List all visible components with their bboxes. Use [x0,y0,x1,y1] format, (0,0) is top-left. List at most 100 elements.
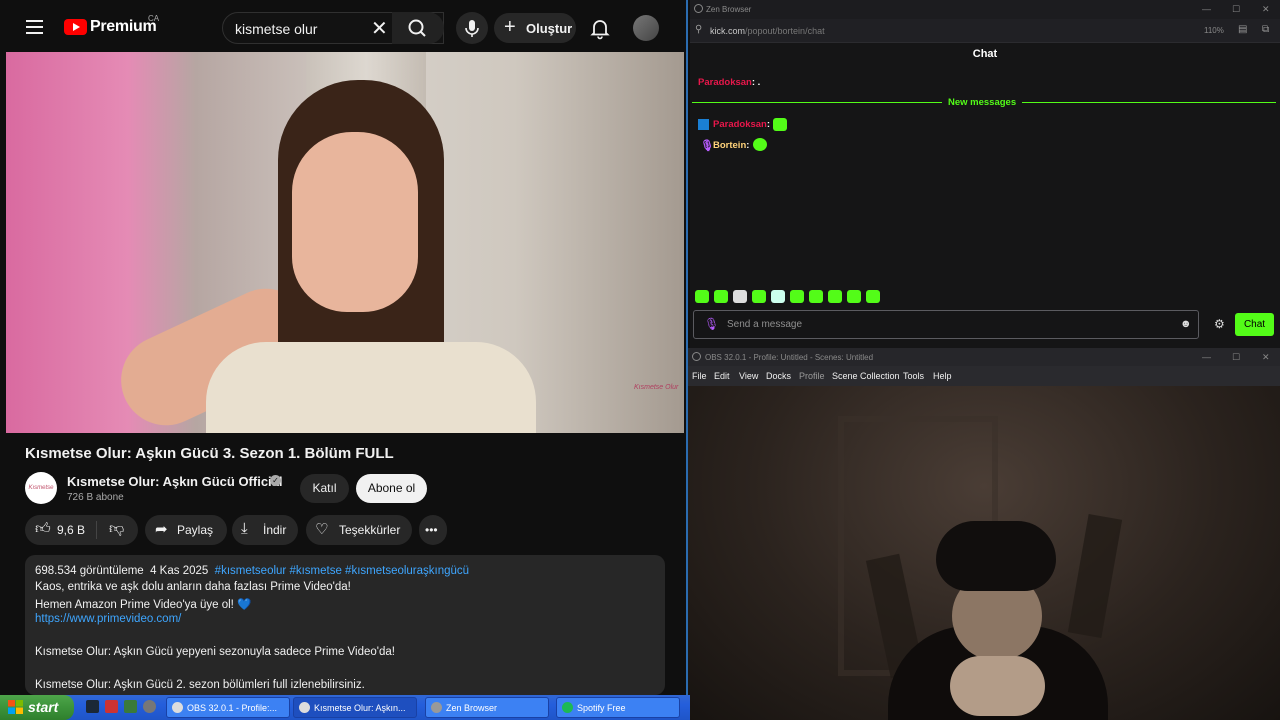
quicklaunch-app-icon[interactable] [105,700,118,713]
chat-emote-icon [753,138,767,151]
emote-icon[interactable] [847,290,861,303]
join-button[interactable]: Katıl [300,474,349,503]
reader-view-icon[interactable]: ▤ [1238,24,1247,35]
emote-icon[interactable] [790,290,804,303]
channel-name[interactable]: Kısmetse Olur: Aşkın Gücü Official [67,474,283,489]
taskbar-item-youtube[interactable]: Kısmetse Olur: Aşkın... [293,697,417,718]
microphone-badge-icon: 🎙︎ [700,140,714,152]
menu-icon[interactable] [26,20,43,34]
download-label: İndir [263,523,287,537]
emote-icon[interactable] [733,290,747,303]
emoji-picker-icon[interactable]: ☻ [1180,318,1192,330]
youtube-logo-icon[interactable] [64,19,87,35]
chat-separator: : [766,119,771,130]
taskbar-item-label: Kısmetse Olur: Aşkın... [314,703,406,713]
menu-docks[interactable]: Docks [766,371,791,381]
close-icon[interactable]: ✕ [1262,4,1270,15]
zen-window-title: Zen Browser [706,5,752,14]
like-icon[interactable]: 👍︎ [35,520,51,538]
obs-preview-webcam[interactable] [688,386,1280,720]
chat-username[interactable]: Paradoksan [713,119,767,130]
obs-window-title: OBS 32.0.1 - Profile: Untitled - Scenes:… [705,353,874,362]
menu-help[interactable]: Help [933,371,952,381]
upload-date: 4 Kas 2025 [150,565,209,577]
emote-icon[interactable] [809,290,823,303]
minimize-icon[interactable]: — [1202,4,1211,14]
chat-message-text: : . [751,77,761,88]
url-text[interactable]: kick.com/popout/bortein/chat [710,26,825,36]
emote-icon[interactable] [695,290,709,303]
create-button[interactable]: + Oluştur [494,13,576,43]
url-host: kick.com [710,26,746,36]
zen-browser-window: Zen Browser — ☐ ✕ ⚲ kick.com/popout/bort… [690,0,1280,348]
subscriber-count: 726 B abone [67,492,124,503]
quicklaunch-app-icon[interactable] [124,700,137,713]
steam-icon[interactable] [86,700,99,713]
close-icon[interactable]: ✕ [1262,352,1270,363]
menu-scene-collection[interactable]: Scene Collection [832,371,900,381]
chat-message-input[interactable]: 🎙︎ Send a message ☻ [693,310,1199,339]
youtube-premium-label[interactable]: Premium [90,18,157,36]
dislike-icon[interactable]: 👎︎ [109,520,124,538]
quicklaunch-app-icon[interactable] [143,700,156,713]
notifications-bell-icon[interactable] [588,16,612,40]
clear-search-icon[interactable]: ✕ [371,16,388,41]
site-info-icon[interactable]: ⚲ [695,24,702,35]
minimize-icon[interactable]: — [1202,352,1211,362]
menu-view[interactable]: View [739,371,758,381]
thanks-heart-icon: ♡ [315,521,329,538]
menu-file[interactable]: File [692,371,707,381]
webcam-background-guitar [1067,513,1123,639]
microphone-icon: 🎙︎ [704,317,720,331]
taskbar-item-zen[interactable]: Zen Browser [425,697,549,718]
description-line: Kısmetse Olur: Aşkın Gücü 2. sezon bölüm… [35,679,365,691]
video-description[interactable]: 698.534 görüntüleme 4 Kas 2025 #kısmetse… [25,555,665,695]
maximize-icon[interactable]: ☐ [1232,352,1240,363]
share-icon: ➦ [155,521,168,538]
maximize-icon[interactable]: ☐ [1232,4,1240,15]
description-link[interactable]: https://www.primevideo.com/ [35,613,181,625]
zoom-level[interactable]: 110% [1204,26,1224,35]
menu-tools[interactable]: Tools [903,371,924,381]
taskbar-item-spotify[interactable]: Spotify Free [556,697,680,718]
account-avatar[interactable] [633,15,659,41]
share-button[interactable]: ➦ Paylaş [145,515,227,545]
thanks-button[interactable]: ♡ Teşekkürler [306,515,412,545]
zen-app-icon [694,4,703,13]
video-title: Kısmetse Olur: Aşkın Gücü 3. Sezon 1. Bö… [25,445,394,462]
like-count[interactable]: 9,6 B [57,523,85,537]
start-button[interactable]: start [0,695,74,720]
emote-icon[interactable] [771,290,785,303]
chat-username[interactable]: Bortein [713,140,746,151]
taskbar-item-label: Zen Browser [446,703,498,713]
search-button[interactable] [392,12,444,44]
spotify-icon [562,702,573,713]
description-hashtags[interactable]: #kısmetseolur #kısmetse #kısmetseoluraşk… [215,565,469,577]
search-value[interactable]: kismetse olur [235,21,317,37]
verified-badge-icon [698,119,709,130]
download-icon: ⤓ [241,520,248,537]
thanks-label: Teşekkürler [339,523,401,537]
emote-icon[interactable] [866,290,880,303]
voice-search-button[interactable] [456,12,488,44]
emote-icon[interactable] [828,290,842,303]
start-label: start [28,699,59,715]
taskbar-item-obs[interactable]: OBS 32.0.1 - Profile:... [166,697,290,718]
chat-username[interactable]: Paradoksan [698,77,752,88]
webcam-person-hair [936,521,1056,591]
menu-edit[interactable]: Edit [714,371,730,381]
send-chat-button[interactable]: Chat [1235,313,1274,336]
channel-avatar[interactable]: Kısmetse Olur [25,472,57,523]
address-bar[interactable]: ⚲ kick.com/popout/bortein/chat 110% ▤ ⧉ [690,19,1280,43]
menu-profile[interactable]: Profile [799,371,825,381]
chat-settings-gear-icon[interactable]: ⚙ [1214,317,1225,331]
obs-window: OBS 32.0.1 - Profile: Untitled - Scenes:… [688,348,1280,720]
extensions-icon[interactable]: ⧉ [1262,24,1269,35]
video-frame-dress [206,342,536,433]
emote-icon[interactable] [752,290,766,303]
subscribe-button[interactable]: Abone ol [356,474,427,503]
more-actions-button[interactable]: ••• [419,515,447,545]
video-player[interactable]: Kısmetse Olur [6,52,684,433]
emote-icon[interactable] [714,290,728,303]
download-button[interactable]: ⤓ İndir [232,515,298,545]
